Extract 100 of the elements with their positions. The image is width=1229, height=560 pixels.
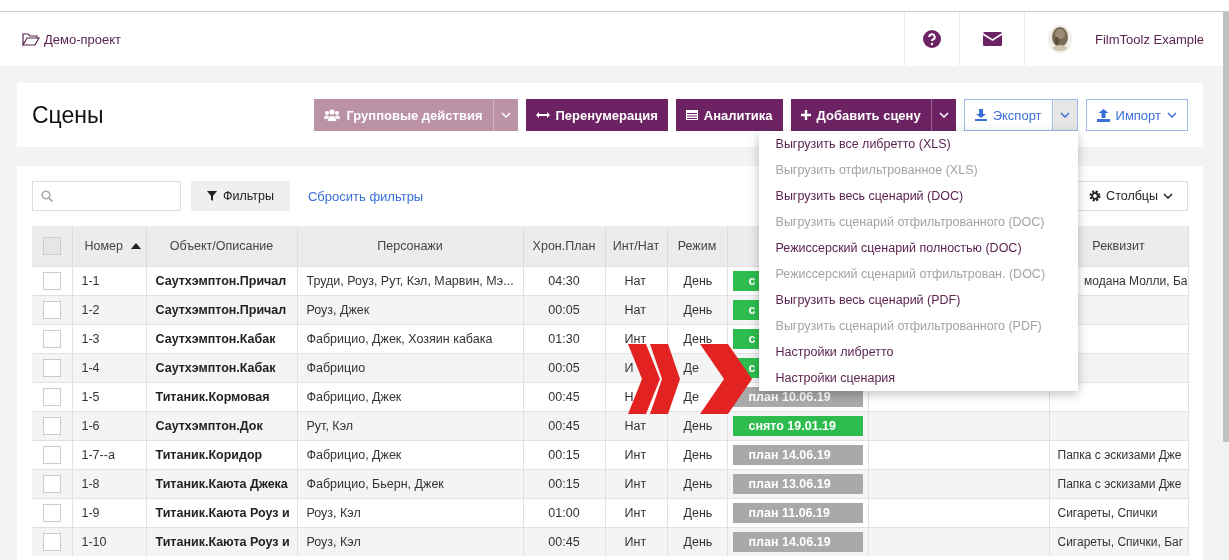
table-cell: День xyxy=(683,419,713,433)
row-checkbox[interactable] xyxy=(42,388,61,406)
status-badge: план 13.06.19 xyxy=(732,474,863,494)
gear-icon xyxy=(1089,190,1102,202)
table-cell: Папка с эскизами Дже xyxy=(1057,448,1182,462)
table-cell: Фабрицио, Бьерн, Джек xyxy=(306,477,444,491)
renumber-button[interactable]: Перенумерация xyxy=(525,99,668,131)
row-checkbox[interactable] xyxy=(42,504,61,522)
table-cell: Инт xyxy=(624,535,647,549)
double-arrow-icon xyxy=(535,111,550,119)
table-cell: Фабрицио, Джек xyxy=(306,390,402,404)
row-checkbox[interactable] xyxy=(42,533,61,551)
row-checkbox[interactable] xyxy=(42,446,61,464)
table-cell: Де xyxy=(683,390,699,404)
table-cell: 1-6 xyxy=(81,419,100,433)
status-badge: план 11.06.19 xyxy=(732,503,863,523)
table-cell: 00:45 xyxy=(548,419,580,433)
table-cell: Инт xyxy=(624,448,647,462)
table-cell: День xyxy=(683,274,713,288)
menu-item[interactable]: Выгрузить все либретто (XLS) xyxy=(758,131,1078,157)
table-cell: 00:05 xyxy=(548,361,580,375)
table-cell: День xyxy=(683,506,713,520)
help-icon[interactable] xyxy=(923,30,941,48)
table-cell: День xyxy=(683,535,713,549)
table-cell: 01:30 xyxy=(548,332,580,346)
plus-icon xyxy=(800,110,811,120)
search-field[interactable] xyxy=(32,181,181,211)
analytics-button[interactable]: Аналитика xyxy=(675,99,783,131)
table-cell: 00:05 xyxy=(548,303,580,317)
table-cell: 1-5 xyxy=(81,390,100,404)
menu-item[interactable]: Режиссерский сценарий полностью (DOC) xyxy=(758,235,1078,261)
table-cell: Сигареты, Спички, Баг xyxy=(1057,535,1184,549)
table-cell: Саутхэмптон.Кабак xyxy=(155,332,276,346)
caret-icon xyxy=(1167,112,1177,118)
table-cell: Папка с эскизами Дже xyxy=(1057,477,1182,491)
table-cell: 1-2 xyxy=(81,303,100,317)
table-cell: Н xyxy=(624,390,634,404)
table-cell: Рут, Кэл xyxy=(306,419,354,433)
table-cell: Титаник.Каюта Роуз и xyxy=(155,506,290,520)
group-actions-dropdown[interactable] xyxy=(492,99,518,131)
export-dropdown[interactable] xyxy=(1052,99,1078,131)
table-cell: 1-1 xyxy=(81,274,100,288)
column-header[interactable]: Номер xyxy=(84,239,123,253)
row-checkbox[interactable] xyxy=(42,330,61,348)
table-cell: Титаник.Каюта Джека xyxy=(155,477,288,491)
select-all-checkbox[interactable] xyxy=(42,237,61,255)
table-cell: Фабрицио, Джек, Хозяин кабака xyxy=(306,332,493,346)
table-cell: 1-4 xyxy=(81,361,100,375)
table-icon xyxy=(685,110,698,120)
status-badge: снято 19.01.19 xyxy=(732,416,863,436)
table-cell: 1-10 xyxy=(81,535,107,549)
export-button[interactable]: Экспорт xyxy=(963,99,1053,131)
user-name[interactable]: FilmToolz Example xyxy=(1095,31,1205,47)
table-cell: Инт xyxy=(624,506,647,520)
table-cell: Саутхэмптон.Причал xyxy=(155,303,287,317)
column-header[interactable]: Реквизит xyxy=(1092,239,1145,253)
row-checkbox[interactable] xyxy=(42,272,61,290)
table-cell: 00:15 xyxy=(548,477,580,491)
table-cell: 04:30 xyxy=(548,274,580,288)
caret-icon xyxy=(1163,193,1173,199)
table-cell: 00:15 xyxy=(548,448,580,462)
scrollbar[interactable] xyxy=(1223,12,1229,442)
upload-icon xyxy=(1096,108,1110,122)
project-link[interactable]: Демо-проект xyxy=(44,31,122,47)
mail-icon[interactable] xyxy=(982,32,1002,46)
column-header[interactable]: Персонажи xyxy=(377,239,443,253)
table-cell: Саутхэмптон.Причал xyxy=(155,274,287,288)
table-cell: Де xyxy=(683,361,699,375)
folder-icon xyxy=(22,32,40,46)
table-cell: Титаник.Кормовая xyxy=(155,390,270,404)
table-cell: Роуз, Кэл xyxy=(306,535,361,549)
row-checkbox[interactable] xyxy=(42,417,61,435)
table-cell: 1-7--а xyxy=(81,448,115,462)
table-cell: День xyxy=(683,448,713,462)
table-cell: Фабрицио xyxy=(306,361,366,375)
search-icon xyxy=(41,190,53,202)
table-cell: модана Молли, Ба xyxy=(1084,274,1187,288)
table-cell: Саутхэмптон.Кабак xyxy=(155,361,276,375)
table-cell: Нат xyxy=(624,274,646,288)
row-checkbox[interactable] xyxy=(42,359,61,377)
table-cell: Нат xyxy=(624,419,646,433)
add-scene-dropdown[interactable] xyxy=(930,99,956,131)
table-cell: 00:45 xyxy=(548,535,580,549)
sort-icon xyxy=(131,243,141,249)
table-cell: Нат xyxy=(624,303,646,317)
table-cell: Роуз, Кэл xyxy=(306,506,361,520)
row-checkbox[interactable] xyxy=(42,301,61,319)
table-cell: Инт xyxy=(624,477,647,491)
import-button[interactable]: Импорт xyxy=(1085,99,1188,131)
table-cell: 1-3 xyxy=(81,332,100,346)
table-cell: День xyxy=(683,477,713,491)
add-scene-button[interactable]: Добавить сцену xyxy=(790,99,931,131)
table-cell: И xyxy=(624,361,634,375)
table-cell: День xyxy=(683,332,713,346)
filters-button[interactable]: Фильтры xyxy=(191,181,290,211)
table-cell: Титаник.Каюта Роуз и xyxy=(155,535,290,549)
table-cell: 1-8 xyxy=(81,477,100,491)
row-checkbox[interactable] xyxy=(42,475,61,493)
table-cell: 00:45 xyxy=(548,390,580,404)
filter-icon xyxy=(207,191,217,201)
